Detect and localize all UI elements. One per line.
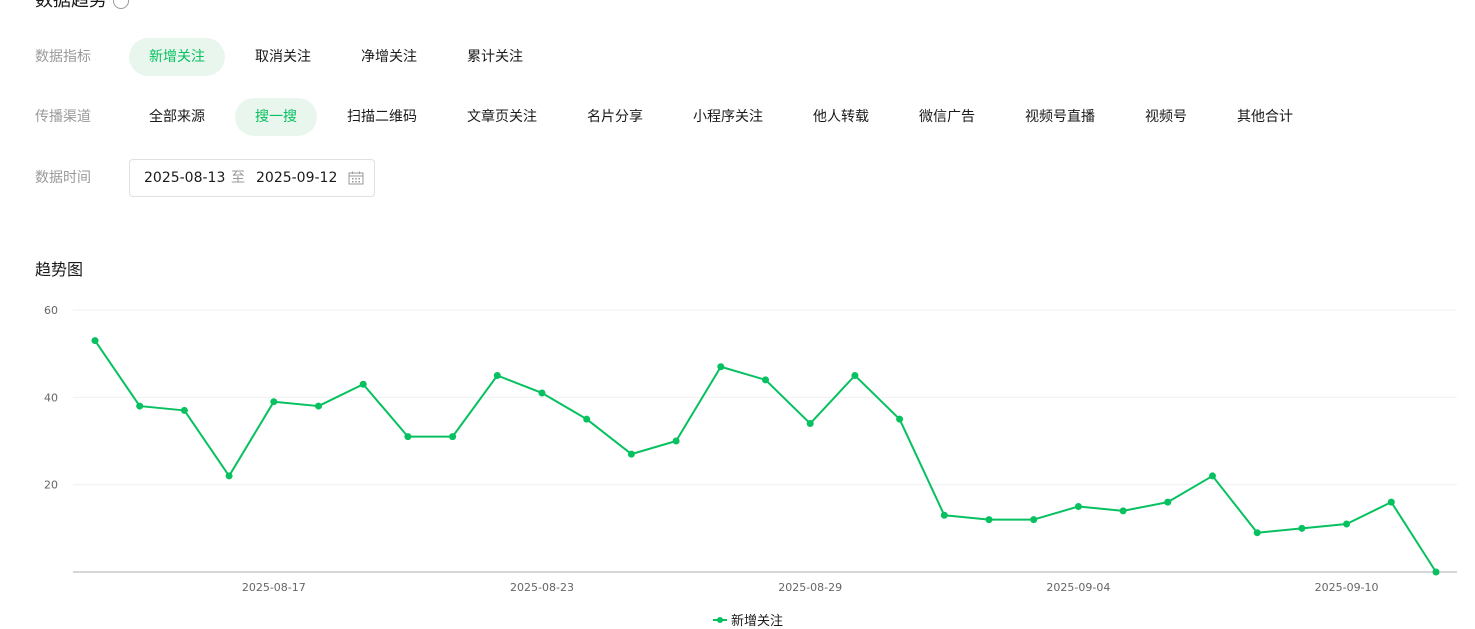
channel-tab-card-share[interactable]: 名片分享 xyxy=(567,98,663,136)
data-point xyxy=(91,337,99,345)
data-point xyxy=(717,363,725,371)
channel-tab-search[interactable]: 搜一搜 xyxy=(235,98,317,136)
data-point xyxy=(538,389,546,397)
data-point xyxy=(180,406,188,414)
date-separator: 至 xyxy=(231,170,245,186)
channel-tab-other[interactable]: 其他合计 xyxy=(1217,98,1313,136)
section-title: 数据趋势 xyxy=(35,0,129,12)
data-point xyxy=(1074,503,1082,510)
data-point xyxy=(1387,498,1395,506)
data-point xyxy=(985,516,993,524)
channel-tab-ads[interactable]: 微信广告 xyxy=(899,98,995,136)
data-point xyxy=(851,372,859,379)
data-point xyxy=(806,420,814,428)
channel-tab-channels[interactable]: 视频号 xyxy=(1125,98,1207,136)
data-point xyxy=(1253,529,1261,537)
data-point xyxy=(627,450,635,458)
data-point xyxy=(1164,498,1172,506)
metric-tab-new-follow[interactable]: 新增关注 xyxy=(129,38,225,76)
data-point xyxy=(1343,520,1351,528)
metrics-row: 数据指标 新增关注 取消关注 净增关注 累计关注 xyxy=(0,38,1475,76)
metric-tab-unfollow[interactable]: 取消关注 xyxy=(235,38,331,76)
date-row: 数据时间 2025-08-13 至 2025-09-12 xyxy=(0,159,1475,197)
x-tick-label: 2025-08-29 xyxy=(778,581,842,594)
data-point xyxy=(896,415,904,423)
data-point xyxy=(359,380,367,388)
data-point xyxy=(136,402,144,410)
data-point xyxy=(1030,516,1038,524)
series-line xyxy=(94,340,1437,573)
data-point xyxy=(940,511,948,519)
channel-tab-channels-live[interactable]: 视频号直播 xyxy=(1005,98,1115,136)
channels-label: 传播渠道 xyxy=(35,109,91,125)
channel-tab-repost[interactable]: 他人转载 xyxy=(793,98,889,136)
metric-tab-total-follow[interactable]: 累计关注 xyxy=(447,38,543,76)
x-tick-label: 2025-09-10 xyxy=(1315,581,1379,594)
legend-marker xyxy=(713,615,727,625)
channel-tab-miniprogram[interactable]: 小程序关注 xyxy=(673,98,783,136)
y-tick-label: 20 xyxy=(44,479,58,492)
channel-tab-qrcode[interactable]: 扫描二维码 xyxy=(327,98,437,136)
data-point xyxy=(583,415,591,423)
date-label: 数据时间 xyxy=(35,170,91,186)
data-point xyxy=(1119,507,1127,515)
data-point xyxy=(493,372,501,379)
metrics-label: 数据指标 xyxy=(35,49,91,65)
data-point xyxy=(404,433,412,441)
x-tick-label: 2025-09-04 xyxy=(1046,581,1110,594)
chart-title: 趋势图 xyxy=(35,260,84,279)
metric-tab-net-follow[interactable]: 净增关注 xyxy=(341,38,437,76)
section-title-text: 数据趋势 xyxy=(35,0,107,11)
data-point xyxy=(672,437,680,445)
calendar-icon[interactable] xyxy=(348,171,364,185)
help-icon[interactable] xyxy=(113,0,129,9)
channel-tab-article[interactable]: 文章页关注 xyxy=(447,98,557,136)
y-tick-label: 40 xyxy=(44,391,58,404)
x-tick-label: 2025-08-17 xyxy=(242,581,306,594)
date-end[interactable]: 2025-09-12 xyxy=(256,160,337,196)
data-point xyxy=(225,472,233,480)
x-tick-label: 2025-08-23 xyxy=(510,581,574,594)
data-point xyxy=(762,376,769,384)
data-point xyxy=(1298,524,1306,532)
channel-tab-all[interactable]: 全部来源 xyxy=(129,98,225,136)
trend-chart: 20 40 60 2025-08-17 2025-08-23 2025-08-29 2025… xyxy=(44,304,1457,594)
legend-label: 新增关注 xyxy=(731,614,784,629)
y-tick-label: 60 xyxy=(44,304,58,317)
data-point xyxy=(315,402,322,410)
chart-legend[interactable]: 新增关注 xyxy=(713,610,783,629)
date-range-picker[interactable]: 2025-08-13 至 2025-09-12 xyxy=(129,159,375,197)
data-point xyxy=(449,433,457,441)
date-start[interactable]: 2025-08-13 xyxy=(144,160,225,196)
channels-row: 传播渠道 全部来源 搜一搜 扫描二维码 文章页关注 名片分享 小程序关注 他人转… xyxy=(0,98,1475,136)
data-point xyxy=(270,398,278,406)
data-point xyxy=(1432,568,1440,576)
data-point xyxy=(1209,472,1216,480)
